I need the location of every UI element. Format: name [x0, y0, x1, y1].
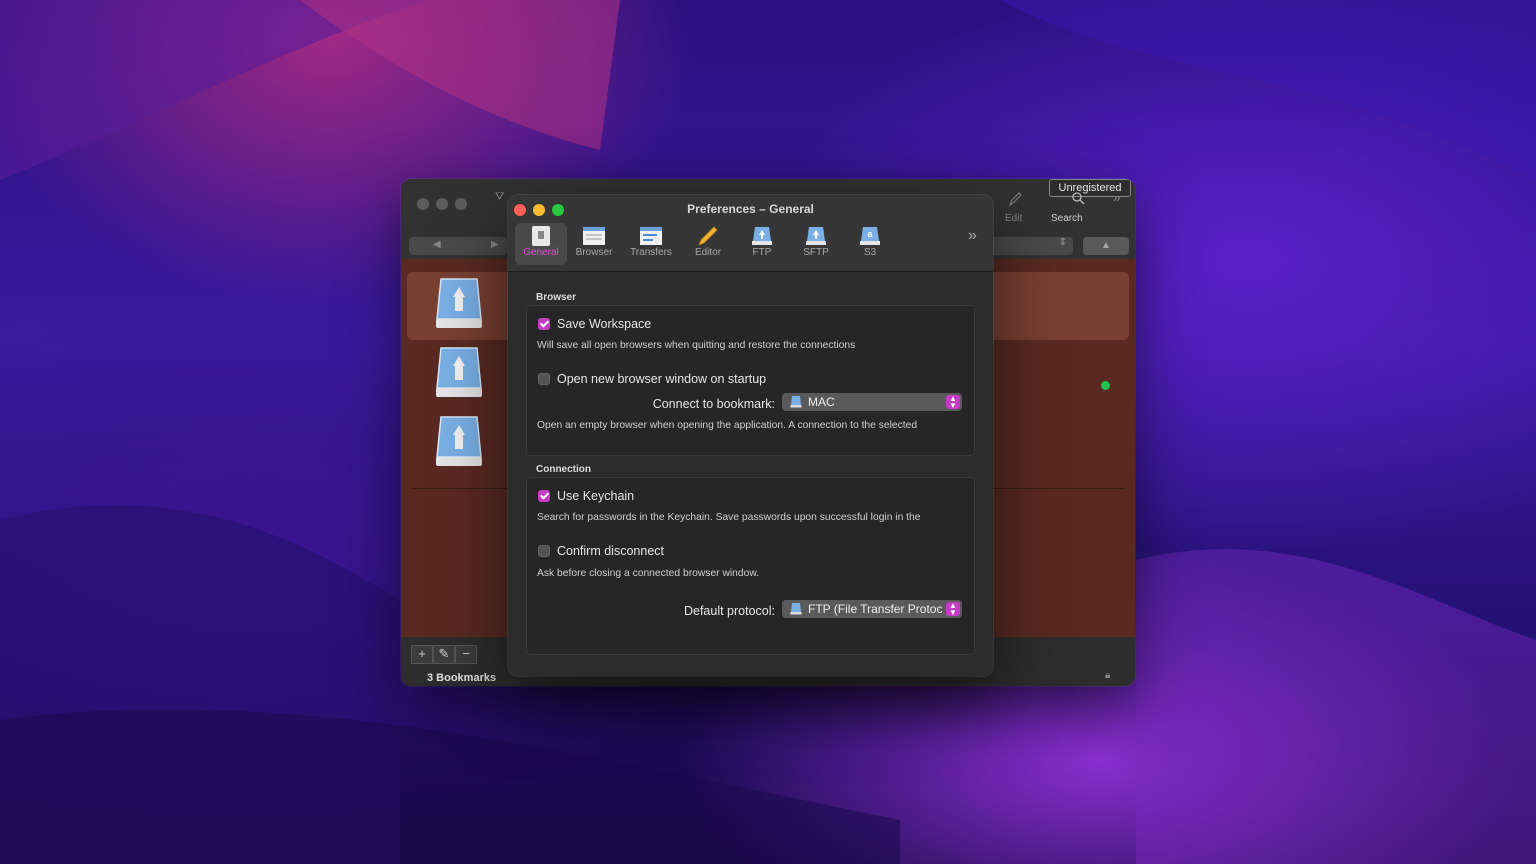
tab-label: Browser — [575, 247, 613, 258]
minimize-button[interactable] — [436, 198, 448, 210]
pencil-icon — [698, 226, 718, 246]
add-bookmark-button[interactable]: + — [411, 645, 433, 664]
bookmark-count: 3 Bookmarks — [427, 672, 497, 684]
lock-icon: 🔒︎ — [1105, 670, 1111, 681]
connect-bookmark-value: MAC — [808, 395, 835, 409]
preferences-toolbar: Preferences – General General Browser Tr… — [508, 195, 993, 272]
drive-icon[interactable] — [433, 344, 485, 400]
edit-label: Edit — [1005, 213, 1023, 224]
chevron-updown-icon: ⇕ — [1058, 237, 1067, 248]
chevron-updown-icon: ▲ ▼ — [946, 602, 960, 617]
save-workspace-checkbox[interactable] — [538, 318, 550, 330]
transfers-icon — [640, 227, 662, 245]
unregistered-badge[interactable]: Unregistered — [1049, 179, 1131, 197]
use-keychain-label[interactable]: Use Keychain — [557, 489, 634, 503]
tab-sftp[interactable]: SFTP — [790, 223, 842, 265]
tab-transfers[interactable]: Transfers — [625, 223, 677, 265]
forward-icon[interactable]: ▶ — [491, 239, 499, 250]
drive-icon — [790, 396, 802, 408]
confirm-disconnect-checkbox[interactable] — [538, 545, 550, 557]
confirm-disconnect-label[interactable]: Confirm disconnect — [557, 544, 664, 558]
tab-label: General — [523, 247, 559, 258]
search-label: Search — [1051, 213, 1083, 224]
tab-label: FTP — [752, 247, 772, 258]
save-workspace-help: Will save all open browsers when quittin… — [537, 340, 856, 351]
connect-bookmark-help: Open an empty browser when opening the a… — [537, 420, 918, 431]
connection-section-title: Connection — [536, 464, 591, 475]
confirm-disconnect-help: Ask before closing a connected browser w… — [537, 568, 760, 579]
connect-bookmark-select[interactable]: MAC ▲ ▼ — [782, 393, 962, 411]
open-new-browser-label[interactable]: Open new browser window on startup — [557, 372, 766, 386]
close-button[interactable] — [417, 198, 429, 210]
tab-browser[interactable]: Browser — [568, 223, 620, 265]
s3-icon: a — [860, 227, 880, 245]
browser-section-title: Browser — [536, 292, 577, 303]
path-popup[interactable]: ⇕ — [991, 237, 1073, 255]
preferences-window: Preferences – General General Browser Tr… — [508, 195, 993, 676]
default-protocol-value: FTP (File Transfer Protocol) — [808, 602, 943, 616]
default-protocol-select[interactable]: FTP (File Transfer Protocol) ▲ ▼ — [782, 600, 962, 618]
tab-label: Editor — [694, 247, 722, 258]
parent-directory-button[interactable]: ▲ — [1083, 237, 1129, 255]
tab-label: S3 — [863, 247, 877, 258]
use-keychain-help: Search for passwords in the Keychain. Sa… — [537, 512, 921, 523]
default-protocol-label: Default protocol: — [683, 604, 775, 618]
connection-settings-group: Use Keychain Search for passwords in the… — [526, 477, 975, 655]
search-icon[interactable] — [1071, 191, 1085, 205]
general-icon — [532, 226, 550, 246]
back-forward-control[interactable]: ◀ ▶ — [409, 237, 507, 255]
browser-settings-group: Save Workspace Will save all open browse… — [526, 305, 975, 456]
save-workspace-label[interactable]: Save Workspace — [557, 317, 651, 331]
tab-s3[interactable]: a S3 — [844, 223, 896, 265]
connect-bookmark-label: Connect to bookmark: — [652, 397, 775, 411]
more-tabs-icon[interactable]: » — [968, 227, 977, 245]
filter-icon[interactable]: ⛛ — [495, 191, 504, 204]
connection-status-indicator — [1101, 381, 1110, 390]
tab-ftp[interactable]: FTP — [736, 223, 788, 265]
remove-bookmark-button[interactable]: − — [455, 645, 477, 664]
zoom-button[interactable] — [455, 198, 467, 210]
use-keychain-checkbox[interactable] — [538, 490, 550, 502]
drive-icon[interactable] — [433, 275, 485, 331]
pencil-icon — [1008, 192, 1022, 207]
ftp-icon — [752, 227, 772, 245]
tab-label: Transfers — [630, 247, 672, 258]
window-title: Preferences – General — [687, 202, 814, 216]
open-new-browser-checkbox[interactable] — [538, 373, 550, 385]
chevron-updown-icon: ▲ ▼ — [946, 395, 960, 410]
back-icon[interactable]: ◀ — [433, 239, 441, 250]
tab-editor[interactable]: Editor — [682, 223, 734, 265]
tab-general[interactable]: General — [515, 223, 567, 265]
browser-icon — [583, 227, 605, 245]
drive-icon — [790, 603, 802, 615]
tab-label: SFTP — [803, 247, 829, 258]
sftp-icon — [806, 227, 826, 245]
edit-bookmark-button[interactable]: ✎ — [433, 645, 455, 664]
drive-icon[interactable] — [433, 413, 485, 469]
